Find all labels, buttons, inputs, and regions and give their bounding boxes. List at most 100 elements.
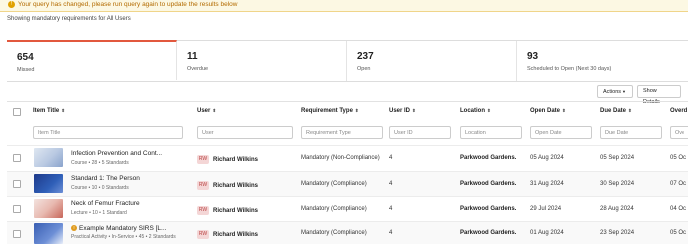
- user-cell[interactable]: RW Richard Wilkins: [197, 206, 258, 215]
- requirement-type: Mandatory (Compliance): [301, 230, 367, 236]
- requirements-table: [7, 101, 688, 102]
- user-name: Richard Wilkins: [213, 208, 258, 215]
- sort-icon: ⬍: [562, 108, 566, 113]
- filter-open-date[interactable]: [530, 126, 592, 139]
- overdue-date: 04 Oc: [670, 206, 687, 212]
- stat-label: Scheduled to Open (Next 30 days): [527, 66, 612, 72]
- item-meta: Lecture • 10 • 1 Standard: [71, 210, 127, 216]
- open-date: 05 Aug 2024: [530, 155, 564, 161]
- user-name: Richard Wilkins: [213, 232, 258, 239]
- item-count: 45: [138, 234, 145, 240]
- requirement-type: Mandatory (Compliance): [301, 206, 367, 212]
- sort-icon: ⬍: [412, 108, 416, 113]
- sort-icon: ⬍: [61, 108, 66, 113]
- user-id: 4: [389, 206, 393, 212]
- user-id: 4: [389, 230, 393, 236]
- filter-overdue[interactable]: [670, 126, 688, 139]
- col-label: Item Title: [33, 108, 60, 114]
- item-title-text: Example Mandatory SIRS [L...: [79, 225, 167, 232]
- item-title-link[interactable]: Standard 1: The Person: [71, 175, 140, 182]
- avatar: RW: [197, 206, 209, 215]
- col-header-item-title[interactable]: Item Title ⬍: [33, 108, 65, 114]
- overdue-date: 05 Oc: [670, 155, 687, 161]
- due-date: 23 Sep 2024: [600, 230, 635, 236]
- item-standards: 2 Standards: [148, 234, 176, 240]
- requirement-type: Mandatory (Non-Compliance): [301, 155, 380, 161]
- stat-tab-overdue[interactable]: 11 Overdue: [177, 41, 347, 81]
- col-header-requirement-type[interactable]: Requirement Type ⬍: [301, 108, 359, 114]
- location: Parkwood Gardens.: [460, 230, 517, 236]
- alert-text: Your query has changed, please run query…: [18, 1, 238, 8]
- stat-tab-open[interactable]: 237 Open: [347, 41, 517, 81]
- user-name: Richard Wilkins: [213, 157, 258, 164]
- item-type: Course: [71, 160, 88, 166]
- actions-label: Actions: [603, 89, 622, 95]
- stat-tab-missed[interactable]: 654 Missed: [7, 40, 177, 80]
- col-label: User ID: [389, 108, 411, 114]
- due-date: 30 Sep 2024: [600, 181, 635, 187]
- open-date: 01 Aug 2024: [530, 230, 564, 236]
- item-count: 10: [92, 210, 98, 216]
- col-label: Open Date: [530, 108, 561, 114]
- avatar: RW: [197, 155, 209, 164]
- course-thumbnail: [34, 148, 63, 167]
- item-standards: 0 Standards: [101, 185, 129, 191]
- select-all-checkbox[interactable]: [13, 108, 21, 116]
- due-date: 28 Aug 2024: [600, 206, 634, 212]
- item-title-link[interactable]: Neck of Femur Fracture: [71, 200, 140, 207]
- stat-tab-scheduled[interactable]: 93 Scheduled to Open (Next 30 days): [517, 41, 688, 81]
- location: Parkwood Gardens.: [460, 206, 517, 212]
- avatar: RW: [197, 181, 209, 190]
- filter-user-id[interactable]: [389, 126, 451, 139]
- item-title-link[interactable]: Infection Prevention and Cont...: [71, 150, 162, 157]
- stat-label: Missed: [17, 67, 35, 73]
- col-header-location[interactable]: Location ⬍: [460, 108, 491, 114]
- sort-icon: ⬍: [354, 108, 359, 113]
- show-details-button[interactable]: Show Details: [637, 85, 681, 105]
- col-label: Location: [460, 108, 485, 114]
- activity-thumbnail: [34, 223, 63, 244]
- row-checkbox[interactable]: [13, 230, 21, 238]
- filter-item-title[interactable]: [33, 126, 183, 139]
- col-header-overdue[interactable]: Overd: [670, 108, 687, 114]
- col-header-user[interactable]: User ⬍: [197, 108, 216, 114]
- col-header-open-date[interactable]: Open Date ⬍: [530, 108, 566, 114]
- item-type: Course: [71, 185, 88, 191]
- actions-dropdown-button[interactable]: Actions▼: [597, 85, 633, 98]
- user-cell[interactable]: RW Richard Wilkins: [197, 181, 258, 190]
- user-name: Richard Wilkins: [213, 183, 258, 190]
- user-cell[interactable]: RW Richard Wilkins: [197, 230, 258, 239]
- stat-value: 93: [527, 51, 539, 62]
- row-checkbox[interactable]: [13, 180, 21, 188]
- lecture-thumbnail: [34, 199, 63, 218]
- open-date: 31 Aug 2024: [530, 181, 564, 187]
- stat-tabs: 654 Missed 11 Overdue 237 Open 93 Schedu…: [7, 40, 688, 82]
- warning-icon: !: [8, 0, 15, 8]
- col-label: User: [197, 108, 211, 114]
- requirement-type: Mandatory (Compliance): [301, 181, 367, 187]
- item-count: 28: [91, 160, 98, 166]
- col-header-user-id[interactable]: User ID ⬍: [389, 108, 416, 114]
- item-title-link[interactable]: ! Example Mandatory SIRS [L...: [71, 225, 166, 232]
- stat-value: 11: [187, 51, 198, 62]
- stat-value: 237: [357, 51, 374, 62]
- filter-location[interactable]: [460, 126, 522, 139]
- item-subtype: In-Service: [111, 234, 135, 240]
- course-thumbnail: [34, 174, 63, 193]
- user-cell[interactable]: RW Richard Wilkins: [197, 155, 258, 164]
- open-date: 29 Jul 2024: [530, 206, 562, 212]
- filter-user[interactable]: [197, 126, 293, 139]
- item-count: 10: [91, 185, 98, 191]
- col-header-due-date[interactable]: Due Date ⬍: [600, 108, 632, 114]
- stat-value: 654: [17, 52, 34, 63]
- filter-requirement-type[interactable]: [301, 126, 383, 139]
- item-meta: Practical Activity • In-Service • 45 • 2…: [71, 234, 176, 240]
- filter-due-date[interactable]: [600, 126, 662, 139]
- row-checkbox[interactable]: [13, 205, 21, 213]
- sort-icon: ⬍: [487, 108, 491, 113]
- stat-label: Overdue: [187, 66, 209, 72]
- item-standards: 5 Standards: [101, 160, 129, 166]
- row-checkbox[interactable]: [13, 154, 21, 162]
- sort-icon: ⬍: [628, 108, 632, 113]
- location: Parkwood Gardens.: [460, 155, 517, 161]
